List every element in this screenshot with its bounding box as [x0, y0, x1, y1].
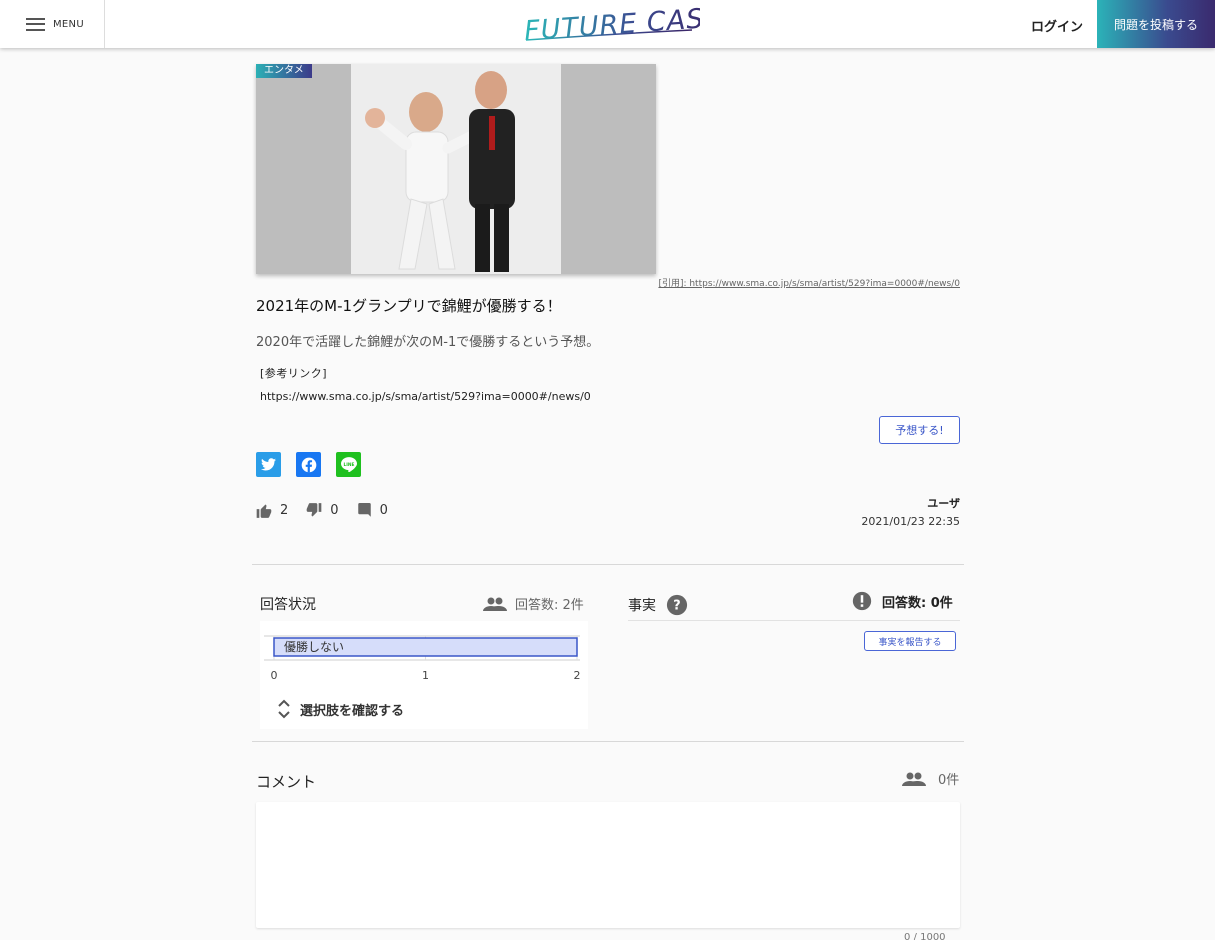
post-question-button[interactable]: 問題を投稿する [1097, 0, 1215, 48]
predict-button[interactable]: 予想する! [879, 416, 960, 444]
question-image: エンタメ [256, 64, 656, 274]
help-icon[interactable]: ? [666, 594, 688, 616]
dislike-button[interactable]: 0 [306, 503, 339, 518]
svg-text:?: ? [673, 599, 680, 614]
comment-input[interactable] [256, 802, 960, 928]
comment-count: 0 [379, 503, 388, 518]
expand-choices-label: 選択肢を確認する [300, 703, 405, 719]
dislike-count: 0 [330, 503, 339, 518]
facts-count: 回答数: 0件 [852, 591, 953, 611]
answer-count: 回答数: 2件 [483, 594, 584, 613]
question-description: 2020年で活躍した錦鯉が次のM-1で優勝するという予想。 [256, 335, 600, 350]
answer-count-label: 回答数: 2件 [515, 598, 584, 613]
post-date: 2021/01/23 22:35 [861, 515, 960, 528]
facts-count-label: 回答数: 0件 [882, 595, 953, 611]
people-icon [483, 597, 507, 611]
question-stats: 2 0 0 [256, 503, 406, 518]
comment-icon [357, 503, 371, 517]
report-fact-button[interactable]: 事実を報告する [864, 631, 956, 651]
menu-button[interactable]: MENU [0, 0, 105, 48]
line-icon: LINE [340, 457, 357, 472]
citation-link[interactable]: [引用]: https://www.sma.co.jp/s/sma/artist… [658, 276, 960, 289]
chart-tick-label: 1 [422, 669, 429, 682]
line-share-button[interactable]: LINE [336, 452, 361, 477]
like-count: 2 [280, 503, 289, 518]
hamburger-icon [26, 17, 45, 31]
facebook-share-button[interactable] [296, 452, 321, 477]
svg-text:LINE: LINE [343, 462, 354, 468]
reference-url[interactable]: https://www.sma.co.jp/s/sma/artist/529?i… [260, 390, 591, 403]
site-logo[interactable]: FUTURE CAST [520, 4, 700, 44]
question-title: 2021年のM-1グランプリで錦鯉が優勝する！ [256, 297, 562, 315]
comment-char-count: 0 / 1000 [904, 932, 946, 940]
like-button[interactable]: 2 [256, 503, 288, 518]
photo [351, 64, 561, 274]
chart-tick-label: 0 [271, 669, 278, 682]
facts-title-wrap: 事実 ? [628, 594, 688, 616]
section-divider [252, 564, 964, 565]
answer-status-title: 回答状況 [260, 597, 316, 613]
facts-divider [628, 620, 960, 621]
facebook-icon [301, 457, 316, 472]
thumb-up-icon [256, 504, 272, 518]
menu-label: MENU [53, 18, 84, 30]
alert-icon [852, 591, 872, 611]
reference-label: [参考リンク] [260, 367, 328, 380]
comments-count-label: 0件 [938, 773, 960, 788]
thumb-down-icon [306, 503, 322, 517]
answer-bar-chart: 優勝しない 0 1 2 [264, 635, 581, 682]
facts-title: 事実 [628, 598, 656, 614]
author-name[interactable]: ユーザ [927, 495, 960, 511]
expand-choices-button[interactable]: 選択肢を確認する [276, 698, 404, 720]
category-badge: エンタメ [256, 64, 312, 78]
unfold-icon [278, 699, 290, 719]
twitter-icon [261, 458, 276, 471]
chart-tick-label: 2 [574, 669, 581, 682]
comedians-photo [351, 64, 561, 274]
comments-count: 0件 [902, 769, 959, 788]
people-icon [902, 772, 926, 786]
twitter-share-button[interactable] [256, 452, 281, 477]
login-link[interactable]: ログイン [1031, 16, 1083, 35]
section-divider [252, 741, 964, 742]
chart-bar-label: 優勝しない [284, 639, 344, 654]
comment-stat[interactable]: 0 [357, 503, 388, 518]
comments-title: コメント [256, 773, 317, 791]
top-header: MENU FUTURE CAST ログイン 問題を投稿する [0, 0, 1215, 48]
